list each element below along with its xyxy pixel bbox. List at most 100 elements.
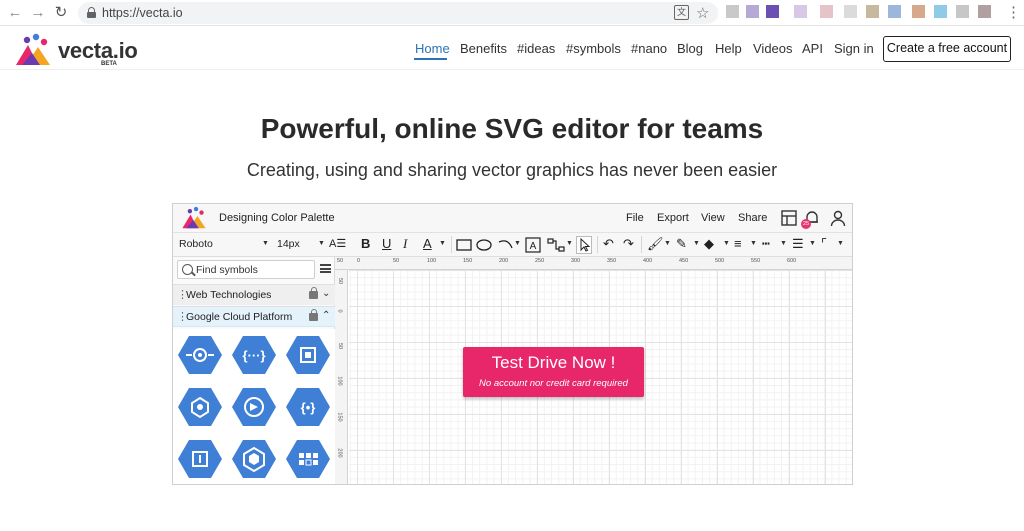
extension-icon[interactable]	[888, 5, 901, 18]
caret-down-icon[interactable]: ▼	[514, 240, 521, 247]
extension-icon[interactable]	[934, 5, 947, 18]
nav-api[interactable]: API	[802, 41, 823, 56]
gcp-symbol-icon[interactable]	[177, 335, 223, 375]
font-family-select[interactable]: Roboto	[179, 238, 213, 250]
underline-icon[interactable]: U	[382, 236, 391, 252]
beta-label: BETA	[101, 61, 117, 67]
extension-icon[interactable]	[820, 5, 833, 18]
extension-icon[interactable]	[766, 5, 779, 18]
ellipse-tool-icon[interactable]	[476, 238, 492, 252]
test-drive-title: Test Drive Now !	[491, 353, 616, 372]
caret-down-icon[interactable]: ▼	[439, 240, 446, 247]
nav-videos[interactable]: Videos	[753, 41, 793, 56]
gcp-symbol-icon[interactable]: {···}	[231, 335, 277, 375]
font-size-select[interactable]: 14px	[277, 238, 300, 250]
hamburger-menu-icon[interactable]	[320, 264, 331, 273]
logo-text[interactable]: vecta.io	[58, 38, 138, 64]
gcp-symbol-icon[interactable]	[177, 387, 223, 427]
url-text[interactable]: https://vecta.io	[102, 6, 183, 20]
undo-icon[interactable]: ↶	[603, 236, 614, 252]
address-bar[interactable]: https://vecta.io 文 ☆	[78, 2, 718, 24]
symbol-group-web-technologies[interactable]: ⋮ Web Technologies ⌄	[173, 284, 335, 305]
gcp-symbol-icon[interactable]	[285, 335, 331, 375]
svg-text:{···}: {···}	[242, 348, 265, 363]
reload-icon[interactable]: ↻	[52, 4, 70, 22]
caret-down-icon[interactable]: ▼	[837, 240, 844, 247]
chevron-down-icon[interactable]: ⌄	[322, 288, 330, 299]
gcp-symbol-icon[interactable]: {•}	[285, 387, 331, 427]
bookmark-star-icon[interactable]: ☆	[696, 4, 709, 22]
menu-share[interactable]: Share	[738, 212, 767, 224]
caret-down-icon[interactable]: ▼	[750, 240, 757, 247]
create-account-button[interactable]: Create a free account	[883, 36, 1011, 62]
extension-icon[interactable]	[866, 5, 879, 18]
lock-icon[interactable]	[309, 287, 318, 299]
hero-subtitle: Creating, using and sharing vector graph…	[246, 160, 778, 180]
extension-icon[interactable]	[978, 5, 991, 18]
line-spacing-icon[interactable]: ☰	[792, 236, 804, 252]
translate-icon[interactable]: 文	[674, 5, 689, 20]
nav-blog[interactable]: Blog	[677, 41, 703, 56]
nav-symbols[interactable]: #symbols	[566, 41, 621, 56]
nav-ideas[interactable]: #ideas	[517, 41, 555, 56]
extension-icon[interactable]	[912, 5, 925, 18]
lock-icon	[87, 7, 96, 18]
browser-menu-icon[interactable]: ⋮	[1006, 3, 1021, 21]
text-tool-icon[interactable]: A	[525, 237, 541, 253]
ruler-label: 0	[357, 258, 361, 264]
fill-color-icon[interactable]: ◆	[704, 236, 714, 252]
text-color-icon[interactable]: A	[423, 236, 432, 252]
lock-icon[interactable]	[309, 309, 318, 321]
back-arrow-icon[interactable]: ←	[6, 4, 24, 22]
menu-export[interactable]: Export	[657, 212, 689, 224]
symbol-search-input[interactable]: Find symbols	[177, 260, 315, 279]
search-placeholder: Find symbols	[196, 264, 258, 276]
ruler-label: 400	[643, 258, 653, 264]
pointer-tool-icon[interactable]	[576, 236, 592, 254]
nav-home[interactable]: Home	[415, 41, 450, 56]
extension-icon[interactable]	[794, 5, 807, 18]
bold-icon[interactable]: B	[361, 236, 370, 252]
gcp-symbol-icon[interactable]	[231, 387, 277, 427]
caret-down-icon[interactable]: ▼	[780, 240, 787, 247]
corner-radius-icon[interactable]: ⌜	[821, 236, 827, 252]
caret-down-icon[interactable]: ▼	[809, 240, 816, 247]
rectangle-tool-icon[interactable]	[456, 238, 472, 252]
caret-down-icon[interactable]: ▼	[566, 240, 573, 247]
user-icon[interactable]	[829, 209, 847, 227]
caret-down-icon[interactable]: ▼	[723, 240, 730, 247]
test-drive-button[interactable]: Test Drive Now ! No account nor credit c…	[463, 347, 644, 397]
connector-tool-icon[interactable]	[547, 237, 565, 253]
chevron-up-icon[interactable]: ⌃	[322, 310, 330, 321]
forward-arrow-icon[interactable]: →	[29, 4, 47, 22]
hero-title: Powerful, online SVG editor for teams	[260, 113, 764, 144]
caret-down-icon[interactable]: ▼	[262, 240, 269, 247]
stroke-color-icon[interactable]: ✎	[676, 236, 687, 252]
gcp-symbol-icon[interactable]	[231, 439, 277, 479]
menu-view[interactable]: View	[701, 212, 725, 224]
gcp-symbol-icon[interactable]	[177, 439, 223, 479]
extension-icon[interactable]	[956, 5, 969, 18]
caret-down-icon[interactable]: ▼	[693, 240, 700, 247]
layout-panel-icon[interactable]	[780, 209, 798, 227]
extension-icon[interactable]	[726, 5, 739, 18]
vecta-logo-icon[interactable]	[14, 33, 52, 67]
stroke-dash-icon[interactable]: ┅	[762, 236, 770, 252]
gcp-symbol-icon[interactable]	[285, 439, 331, 479]
caret-down-icon[interactable]: ▼	[318, 240, 325, 247]
nav-nano[interactable]: #nano	[631, 41, 667, 56]
nav-sign-in[interactable]: Sign in	[834, 41, 874, 56]
text-size-icon[interactable]: A☰	[329, 236, 346, 252]
nav-help[interactable]: Help	[715, 41, 742, 56]
italic-icon[interactable]: I	[403, 236, 407, 252]
extension-icon[interactable]	[844, 5, 857, 18]
menu-file[interactable]: File	[626, 212, 644, 224]
caret-down-icon[interactable]: ▼	[664, 240, 671, 247]
redo-icon[interactable]: ↷	[623, 236, 634, 252]
symbol-group-google-cloud[interactable]: ⋮ Google Cloud Platform ⌃	[173, 306, 335, 327]
toolbar-divider	[641, 236, 642, 253]
nav-benefits[interactable]: Benefits	[460, 41, 507, 56]
stroke-width-icon[interactable]: ≡	[734, 236, 742, 252]
extension-icon[interactable]	[746, 5, 759, 18]
format-painter-icon[interactable]: 🖌	[647, 236, 664, 252]
